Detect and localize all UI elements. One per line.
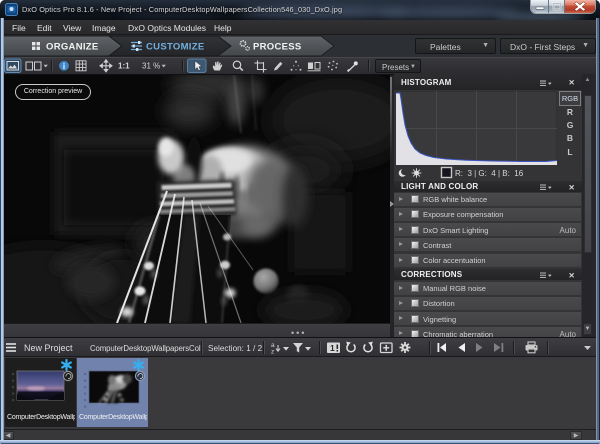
svg-text:1: 1 — [330, 343, 335, 353]
svg-text:R: 3 | G: 4 | B: 16: R: 3 | G: 4 | B: 16 — [455, 169, 524, 178]
svg-text:ORGANIZE: ORGANIZE — [46, 42, 99, 53]
svg-text:PROCESS: PROCESS — [253, 42, 302, 53]
svg-text:1:1: 1:1 — [118, 62, 130, 71]
svg-text:z: z — [271, 349, 274, 356]
svg-text:i: i — [63, 62, 65, 71]
svg-text:31 %: 31 % — [142, 62, 160, 71]
svg-text:CUSTOMIZE: CUSTOMIZE — [146, 42, 204, 53]
